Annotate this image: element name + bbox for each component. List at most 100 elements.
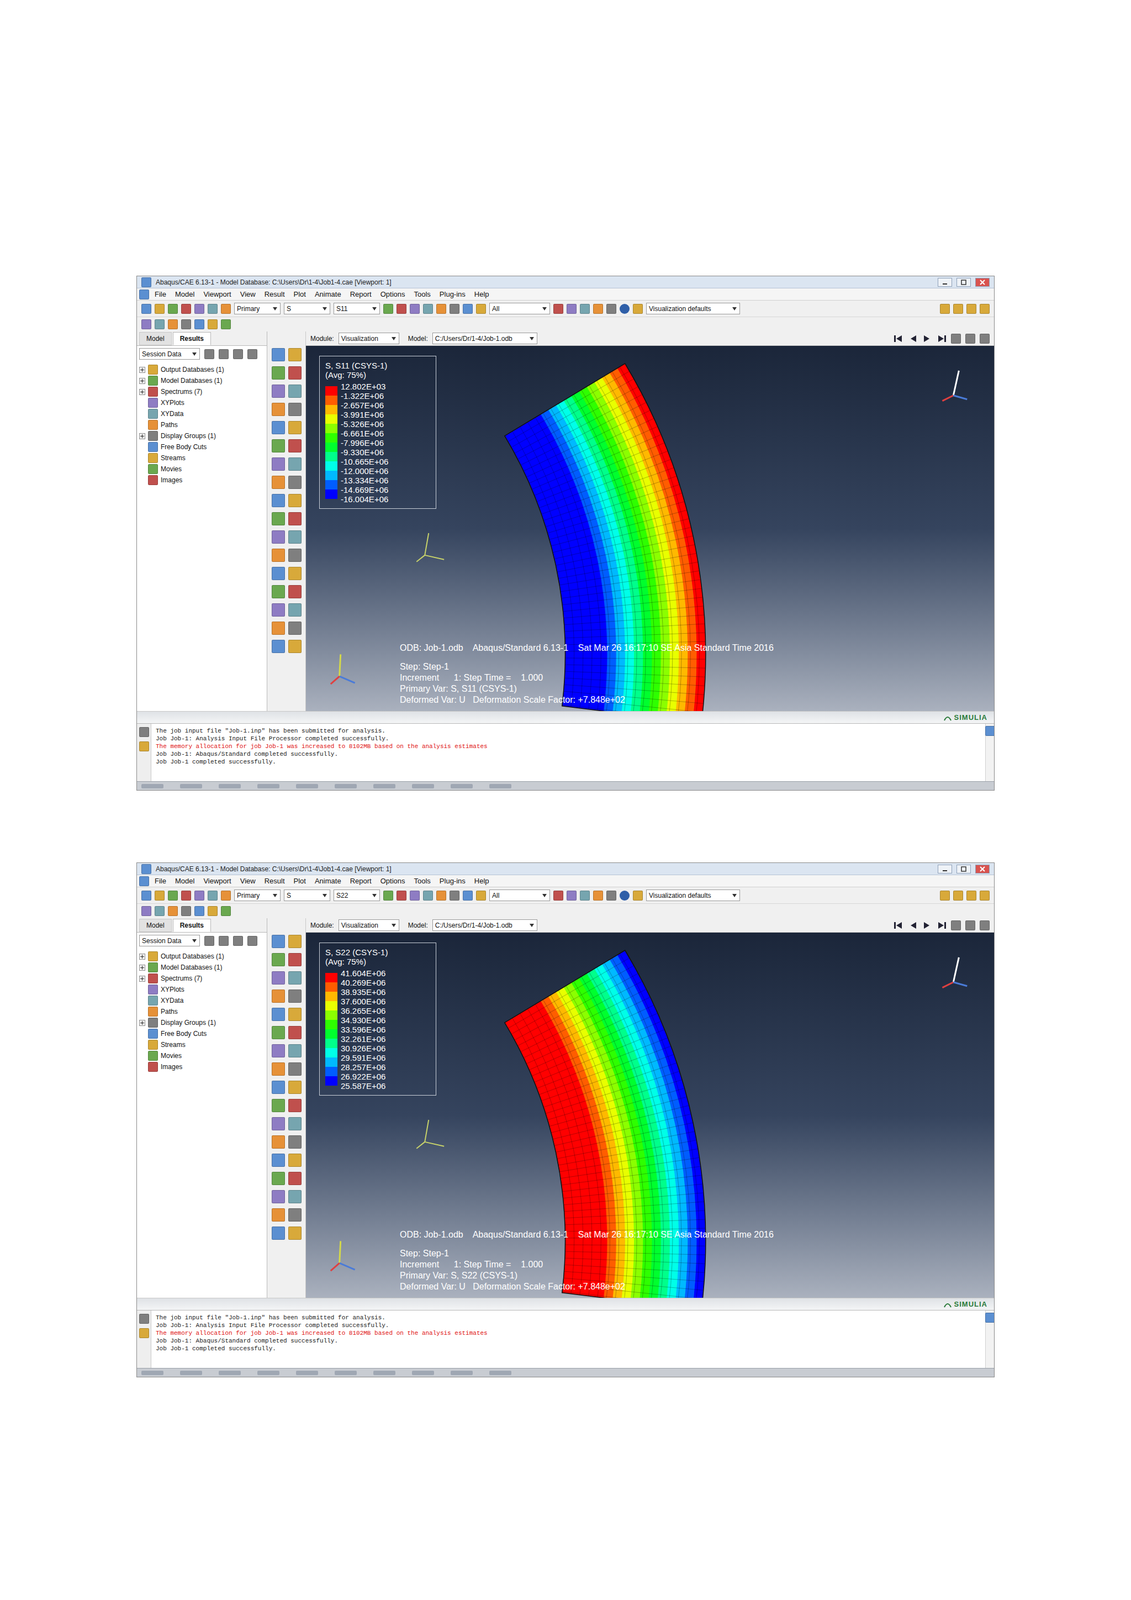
view-icon[interactable]: [449, 303, 460, 314]
toolbox-icon[interactable]: [288, 584, 302, 599]
toolbox-icon[interactable]: [271, 457, 285, 471]
view-icon[interactable]: [409, 890, 420, 901]
toolbox-icon[interactable]: [288, 1134, 302, 1149]
toolbox-icon[interactable]: [271, 475, 285, 489]
folder-icon[interactable]: [966, 890, 977, 901]
close-button[interactable]: [975, 864, 990, 874]
tree-node-icon[interactable]: [148, 386, 158, 397]
menu-item[interactable]: Model: [171, 875, 198, 887]
expander[interactable]: [139, 410, 146, 417]
expander[interactable]: [139, 964, 146, 971]
tree-node-icon[interactable]: [148, 1017, 158, 1028]
toolbox-icon[interactable]: [288, 1043, 302, 1057]
tree-item[interactable]: Paths: [139, 1005, 265, 1017]
toolbox-icon[interactable]: [288, 493, 302, 507]
toolbox-icon[interactable]: [288, 457, 302, 471]
session-dropdown[interactable]: Session Data: [139, 934, 200, 946]
tree-item[interactable]: Spectrums (7): [139, 972, 265, 984]
taskbar-item[interactable]: [411, 783, 435, 789]
expander[interactable]: [139, 1063, 146, 1070]
max-button[interactable]: [956, 277, 971, 287]
toolbox-icon[interactable]: [271, 1098, 285, 1112]
tree-node-icon[interactable]: [148, 1028, 158, 1039]
toolbox-icon[interactable]: [271, 1207, 285, 1222]
tool-icon[interactable]: [194, 319, 205, 330]
toolbox-icon[interactable]: [271, 1171, 285, 1185]
toolbox-icon[interactable]: [288, 970, 302, 985]
tree-node-icon[interactable]: [148, 430, 158, 441]
expander[interactable]: [139, 444, 146, 451]
tool-icon[interactable]: [194, 303, 205, 314]
tree-item[interactable]: XYPlots: [139, 983, 265, 995]
tree-item[interactable]: Movies: [139, 463, 265, 475]
tool-icon[interactable]: [207, 319, 218, 330]
toolbox-icon[interactable]: [288, 511, 302, 526]
expander[interactable]: [139, 1052, 146, 1059]
toolbox-icon[interactable]: [271, 621, 285, 635]
expander[interactable]: [139, 388, 146, 395]
tool-icon[interactable]: [579, 303, 590, 314]
app-icon[interactable]: [141, 863, 152, 874]
menu-item[interactable]: Help: [471, 288, 493, 300]
menu-item[interactable]: Result: [261, 288, 289, 300]
expander[interactable]: [139, 421, 146, 428]
defaults-icon[interactable]: [632, 890, 643, 901]
panel-tab[interactable]: Model: [139, 918, 172, 932]
menu-item[interactable]: View: [236, 875, 260, 887]
expander[interactable]: [139, 975, 146, 982]
tree-item[interactable]: Display Groups (1): [139, 430, 265, 442]
folder-icon[interactable]: [953, 890, 964, 901]
field-icon[interactable]: [220, 890, 231, 901]
tool-icon[interactable]: [181, 905, 192, 916]
tree-node-icon[interactable]: [148, 1006, 158, 1017]
tool-icon[interactable]: [141, 319, 152, 330]
toolbox-icon[interactable]: [288, 475, 302, 489]
field-dropdown[interactable]: Primary: [234, 889, 281, 901]
toolbox-icon[interactable]: [271, 952, 285, 966]
view-icon[interactable]: [449, 890, 460, 901]
taskbar-item[interactable]: [141, 783, 164, 789]
session-dropdown[interactable]: Session Data: [139, 347, 200, 360]
toolbox-icon[interactable]: [288, 1153, 302, 1167]
tree-item[interactable]: Spectrums (7): [139, 386, 265, 398]
menu-item[interactable]: Help: [471, 875, 493, 887]
expander[interactable]: [139, 1019, 146, 1026]
tree-item[interactable]: XYData: [139, 408, 265, 420]
tool-icon[interactable]: [553, 303, 564, 314]
view-icon[interactable]: [383, 890, 394, 901]
tool-icon[interactable]: [167, 905, 178, 916]
tool-icon[interactable]: [606, 303, 617, 314]
tool-icon[interactable]: [553, 890, 564, 901]
tree-tool-icon[interactable]: [218, 935, 229, 946]
toolbox-icon[interactable]: [271, 566, 285, 580]
tree-item[interactable]: Model Databases (1): [139, 374, 265, 387]
tree-item[interactable]: XYData: [139, 994, 265, 1006]
command-icon[interactable]: [139, 1327, 150, 1338]
toolbox-icon[interactable]: [288, 1116, 302, 1130]
taskbar-item[interactable]: [411, 1370, 435, 1375]
toolbox-icon[interactable]: [288, 420, 302, 435]
viewport-tool-icon[interactable]: [950, 920, 961, 930]
tool-icon[interactable]: [579, 890, 590, 901]
toolbox-icon[interactable]: [288, 952, 302, 966]
toolbox-icon[interactable]: [271, 420, 285, 435]
tool-icon[interactable]: [181, 319, 192, 330]
view-icon[interactable]: [436, 303, 447, 314]
view-icon[interactable]: [396, 303, 407, 314]
menu-item[interactable]: View: [236, 288, 260, 300]
tool-icon[interactable]: [566, 890, 577, 901]
tree-node-icon[interactable]: [148, 474, 158, 485]
tree-node-icon[interactable]: [148, 452, 158, 463]
taskbar-item[interactable]: [489, 1370, 512, 1375]
module-dropdown[interactable]: Visualization: [338, 332, 400, 345]
taskbar-item[interactable]: [218, 1370, 241, 1375]
scroll-icon[interactable]: [985, 725, 996, 736]
menu-item[interactable]: Report: [346, 875, 375, 887]
toolbox-icon[interactable]: [271, 603, 285, 617]
toolbox-icon[interactable]: [271, 934, 285, 948]
menu-item[interactable]: Options: [377, 875, 409, 887]
component-dropdown[interactable]: S11: [333, 302, 380, 315]
toolbox-icon[interactable]: [271, 366, 285, 380]
tool-icon[interactable]: [606, 890, 617, 901]
tree-item[interactable]: Movies: [139, 1049, 265, 1061]
